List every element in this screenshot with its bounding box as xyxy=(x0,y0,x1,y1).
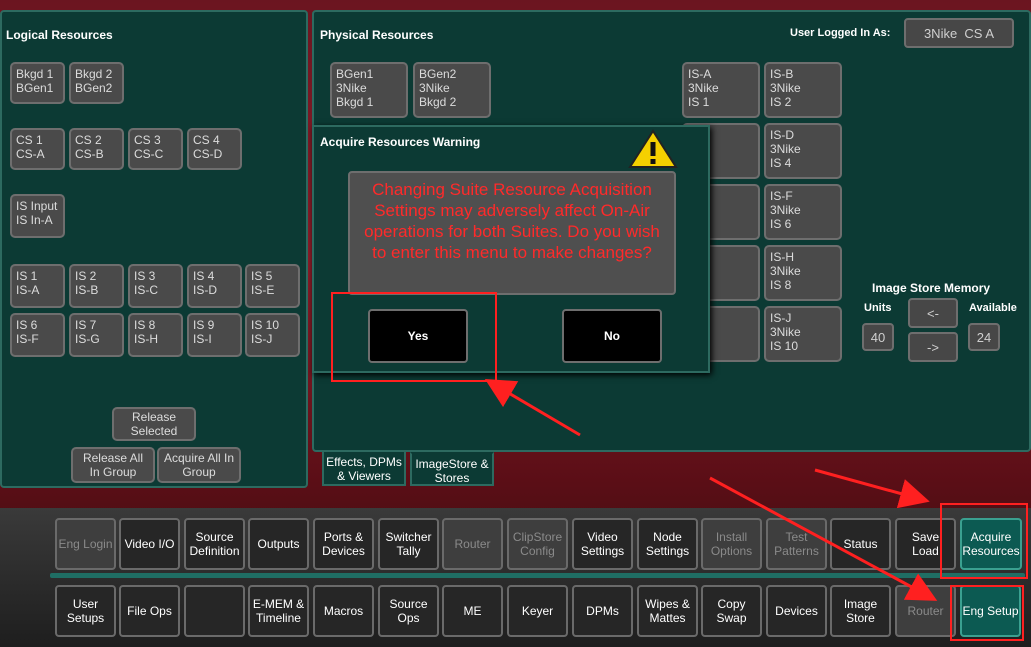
tab-effects-dpms-viewers[interactable]: Effects, DPMs & Viewers xyxy=(322,452,406,486)
toolbar-install-options-button[interactable]: Install Options xyxy=(701,518,762,570)
physical-resource-1[interactable]: BGen1 3Nike Bkgd 1 xyxy=(330,62,408,118)
physical-resource-6[interactable]: IS-D 3Nike IS 4 xyxy=(764,123,842,179)
toolbar-test-patterns-button[interactable]: Test Patterns xyxy=(766,518,827,570)
toolbar-dpms-button[interactable]: DPMs xyxy=(572,585,633,637)
toolbar-e-mem-timeline-button[interactable]: E-MEM & Timeline xyxy=(248,585,309,637)
toolbar-user-setups-button[interactable]: User Setups xyxy=(55,585,116,637)
toolbar-clipstore-config-button[interactable]: ClipStore Config xyxy=(507,518,568,570)
physical-resource-2[interactable]: BGen2 3Nike Bkgd 2 xyxy=(413,62,491,118)
annotation-box-acquire-resources xyxy=(940,503,1028,579)
physical-resource-10[interactable]: IS-H 3Nike IS 8 xyxy=(764,245,842,301)
available-label: Available xyxy=(969,302,1017,314)
logical-resource-is-8[interactable]: IS 8 IS-H xyxy=(128,313,183,357)
available-value: 24 xyxy=(968,323,1000,351)
logical-resource-is-2[interactable]: IS 2 IS-B xyxy=(69,264,124,308)
increase-units-button[interactable]: -> xyxy=(908,332,958,362)
toolbar-keyer-button[interactable]: Keyer xyxy=(507,585,568,637)
toolbar-switcher-tally-button[interactable]: Switcher Tally xyxy=(378,518,439,570)
toolbar-router-button[interactable]: Router xyxy=(895,585,956,637)
physical-resource-4[interactable]: IS-B 3Nike IS 2 xyxy=(764,62,842,118)
physical-resource-12[interactable]: IS-J 3Nike IS 10 xyxy=(764,306,842,362)
logical-resource-is-6[interactable]: IS 6 IS-F xyxy=(10,313,65,357)
logical-resource-cs-3[interactable]: CS 3 CS-C xyxy=(128,128,183,170)
tab-imagestore-stores[interactable]: ImageStore & Stores xyxy=(410,452,494,486)
user-logged-in-field: 3Nike CS A xyxy=(904,18,1014,48)
logical-resource-cs-2[interactable]: CS 2 CS-B xyxy=(69,128,124,170)
toolbar-devices-button[interactable]: Devices xyxy=(766,585,827,637)
image-store-memory-title: Image Store Memory xyxy=(872,281,991,295)
logical-resource-is-input[interactable]: IS Input IS In-A xyxy=(10,194,65,238)
toolbar-video-settings-button[interactable]: Video Settings xyxy=(572,518,633,570)
physical-resource-8[interactable]: IS-F 3Nike IS 6 xyxy=(764,184,842,240)
dialog-title: Acquire Resources Warning xyxy=(320,135,481,149)
toolbar-ports-devices-button[interactable]: Ports & Devices xyxy=(313,518,374,570)
decrease-units-button[interactable]: <- xyxy=(908,298,958,328)
logical-resource-cs-1[interactable]: CS 1 CS-A xyxy=(10,128,65,170)
warning-message: Changing Suite Resource Acquisition Sett… xyxy=(348,171,676,295)
toolbar-file-ops-button[interactable]: File Ops xyxy=(119,585,180,637)
toolbar-divider xyxy=(50,573,1025,578)
annotation-box-eng-setup xyxy=(950,585,1024,641)
toolbar-image-store-button[interactable]: Image Store xyxy=(830,585,891,637)
units-value: 40 xyxy=(862,323,894,351)
toolbar-node-settings-button[interactable]: Node Settings xyxy=(637,518,698,570)
toolbar-me-button[interactable]: ME xyxy=(442,585,503,637)
logical-resources-title: Logical Resources xyxy=(6,28,113,42)
logical-resource-is-4[interactable]: IS 4 IS-D xyxy=(187,264,242,308)
toolbar-status-button[interactable]: Status xyxy=(830,518,891,570)
toolbar-outputs-button[interactable]: Outputs xyxy=(248,518,309,570)
logical-resource-is-7[interactable]: IS 7 IS-G xyxy=(69,313,124,357)
warning-triangle-icon xyxy=(628,129,678,168)
release-selected-button[interactable]: Release Selected xyxy=(112,407,196,441)
logical-resource-is-3[interactable]: IS 3 IS-C xyxy=(128,264,183,308)
toolbar-router-button[interactable]: Router xyxy=(442,518,503,570)
toolbar-source-definition-button[interactable]: Source Definition xyxy=(184,518,245,570)
toolbar-blank-button[interactable] xyxy=(184,585,245,637)
toolbar-wipes-mattes-button[interactable]: Wipes & Mattes xyxy=(637,585,698,637)
physical-resources-title: Physical Resources xyxy=(320,28,434,42)
toolbar-source-ops-button[interactable]: Source Ops xyxy=(378,585,439,637)
no-button[interactable]: No xyxy=(562,309,662,363)
toolbar-video-i-o-button[interactable]: Video I/O xyxy=(119,518,180,570)
logical-resource-cs-4[interactable]: CS 4 CS-D xyxy=(187,128,242,170)
logical-resource-is-9[interactable]: IS 9 IS-I xyxy=(187,313,242,357)
toolbar-macros-button[interactable]: Macros xyxy=(313,585,374,637)
logical-resource-bkgd-1[interactable]: Bkgd 1 BGen1 xyxy=(10,62,65,104)
user-logged-in-label: User Logged In As: xyxy=(790,27,891,39)
logical-resource-is-10[interactable]: IS 10 IS-J xyxy=(245,313,300,357)
logical-resource-is-5[interactable]: IS 5 IS-E xyxy=(245,264,300,308)
annotation-box-yes xyxy=(331,292,497,382)
logical-resource-is-1[interactable]: IS 1 IS-A xyxy=(10,264,65,308)
logical-resource-bkgd-2[interactable]: Bkgd 2 BGen2 xyxy=(69,62,124,104)
acquire-all-in-group-button[interactable]: Acquire All In Group xyxy=(157,447,241,483)
release-all-in-group-button[interactable]: Release All In Group xyxy=(71,447,155,483)
physical-resource-3[interactable]: IS-A 3Nike IS 1 xyxy=(682,62,760,118)
units-label: Units xyxy=(864,302,892,314)
toolbar-copy-swap-button[interactable]: Copy Swap xyxy=(701,585,762,637)
toolbar-eng-login-button[interactable]: Eng Login xyxy=(55,518,116,570)
